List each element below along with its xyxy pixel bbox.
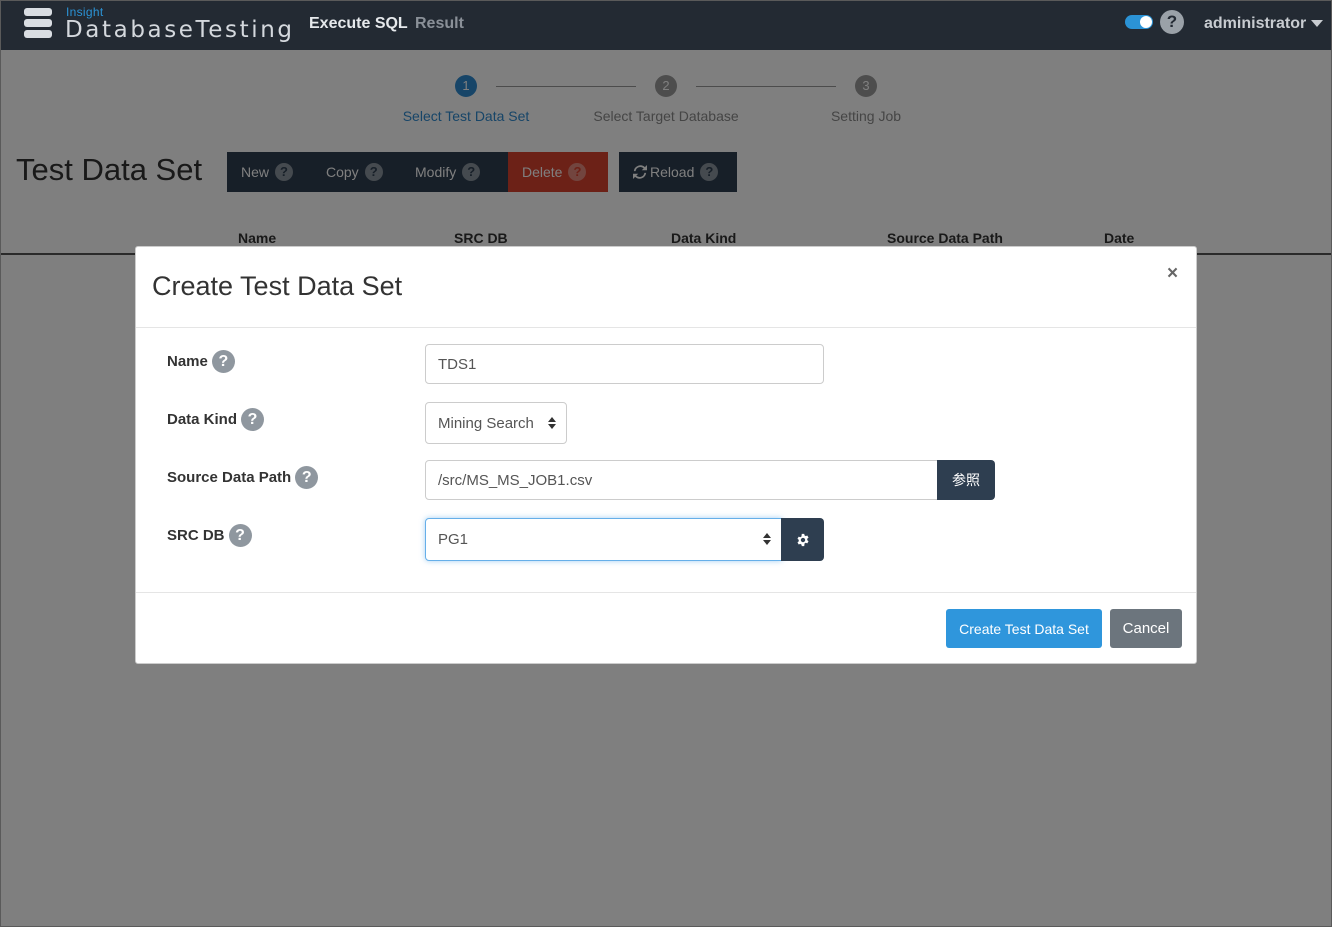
close-icon[interactable]: × [1167,263,1178,285]
nav-execute-sql[interactable]: Execute SQL [309,15,408,33]
gear-icon [796,533,809,546]
select-arrows-icon [763,533,771,545]
theme-toggle[interactable] [1125,15,1153,29]
source-data-path-label-group: Source Data Path ? [167,466,319,489]
db-settings-button[interactable] [781,518,824,561]
source-data-path-input[interactable]: /src/MS_MS_JOB1.csv [425,460,938,500]
user-menu[interactable]: administrator [1204,15,1306,33]
data-kind-label-group: Data Kind ? [167,408,265,431]
src-db-label: SRC DB [167,527,225,544]
modal-header: Create Test Data Set × [136,247,1196,328]
src-db-select[interactable]: PG1 [425,518,782,561]
help-icon[interactable]: ? [228,524,252,547]
data-kind-label: Data Kind [167,411,238,428]
name-input[interactable]: TDS1 [425,344,824,384]
database-logo-icon [24,8,54,42]
app-logo[interactable]: Insight DatabaseTesting [22,5,292,45]
src-db-label-group: SRC DB ? [167,524,252,547]
top-navbar: Insight DatabaseTesting Execute SQL Resu… [0,0,1332,50]
data-kind-value: Mining Search [438,414,534,432]
help-icon[interactable]: ? [241,408,265,431]
source-data-path-label: Source Data Path [167,469,292,486]
create-test-data-set-dialog: Create Test Data Set × Name ? TDS1 Data … [135,246,1197,664]
cancel-button[interactable]: Cancel [1110,609,1182,648]
browse-button[interactable]: 参照 [937,460,995,500]
data-kind-select[interactable]: Mining Search [425,402,567,444]
create-test-data-set-button[interactable]: Create Test Data Set [946,609,1102,648]
help-icon[interactable]: ? [295,466,319,489]
name-label-group: Name ? [167,350,235,373]
modal-title: Create Test Data Set [152,271,403,301]
chevron-down-icon[interactable] [1311,20,1323,27]
logo-title: DatabaseTesting [65,17,295,43]
select-arrows-icon [548,417,556,429]
nav-result[interactable]: Result [415,15,464,33]
help-icon[interactable]: ? [211,350,235,373]
help-icon[interactable]: ? [1160,10,1184,34]
name-label: Name [167,353,208,370]
src-db-value: PG1 [438,531,469,548]
